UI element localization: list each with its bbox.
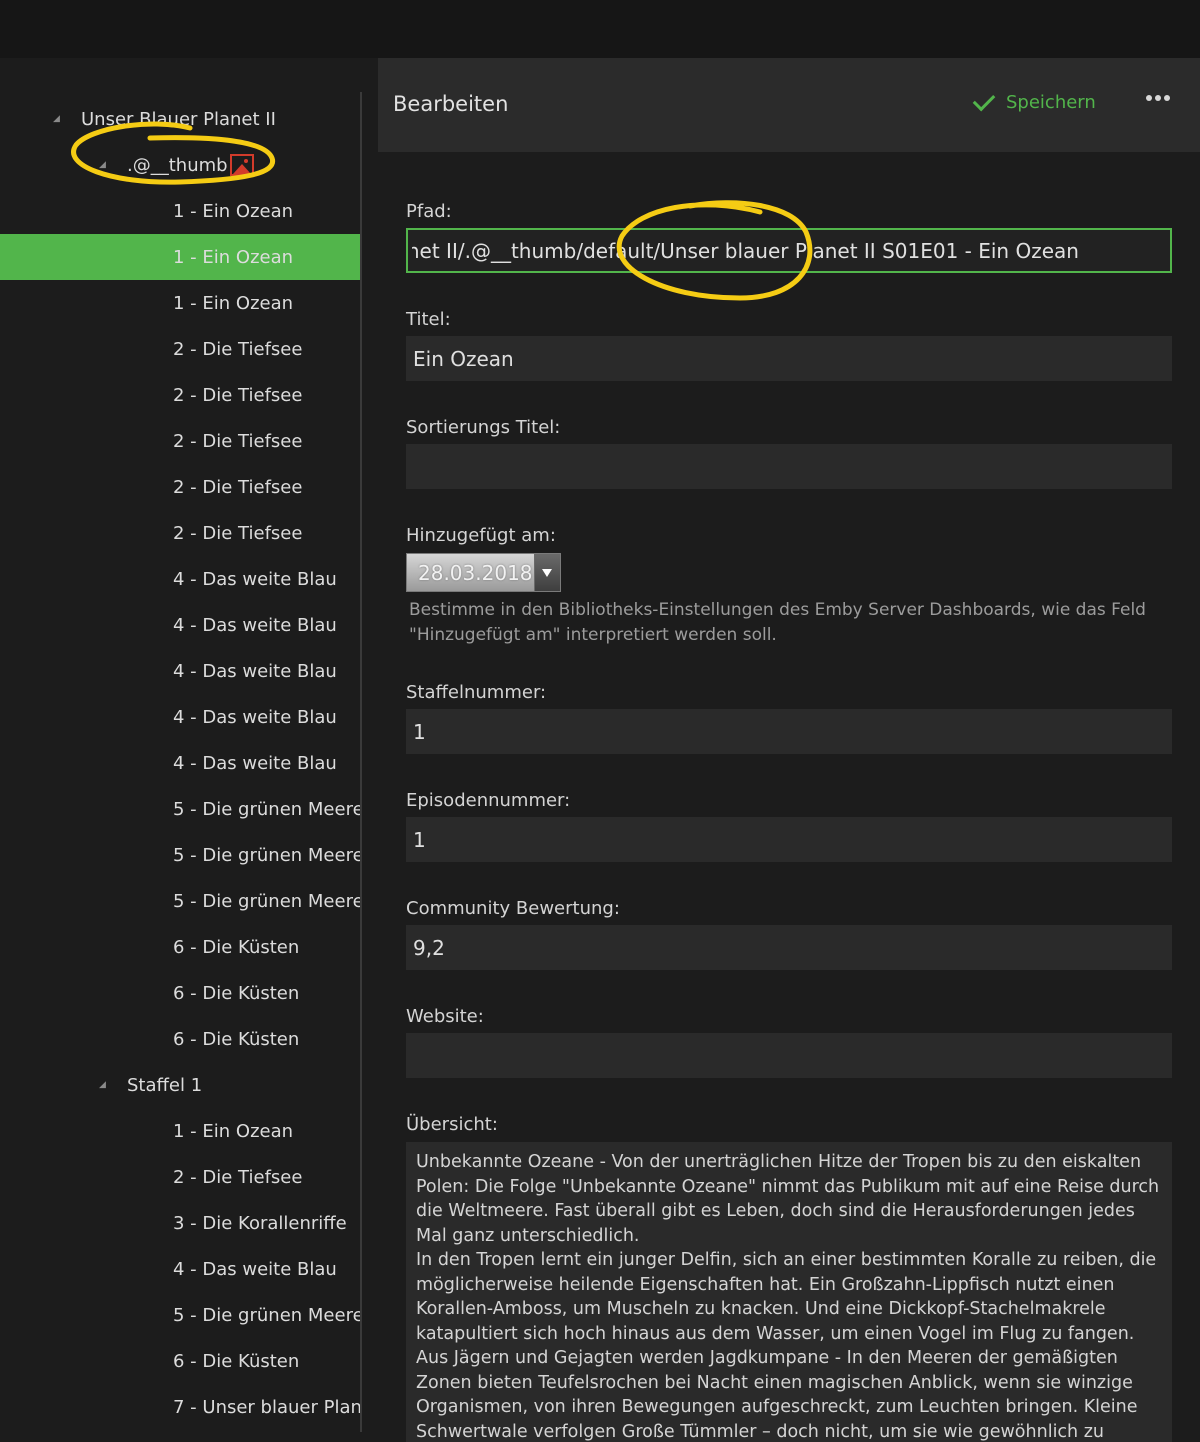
tree-item-label: 6 - Die Küsten [173,1350,300,1372]
tree-item[interactable]: 4 - Das weite Blau [0,648,360,694]
path-input[interactable] [406,228,1172,273]
season-number-label: Staffelnummer: [406,682,547,703]
tree-item[interactable]: 2 - Die Tiefsee [0,418,360,464]
tree-item-label: 7 - Unser blauer Planet [173,1396,360,1418]
tree-item-label: 4 - Das weite Blau [173,1258,337,1280]
tree-item-label: 2 - Die Tiefsee [173,476,303,498]
save-button-label: Speichern [1006,92,1096,113]
overview-textarea[interactable]: Unbekannte Ozeane - Von der unerträglich… [406,1142,1172,1442]
tree-item-label: 4 - Das weite Blau [173,660,337,682]
tree-item-label: .@__thumb [127,154,228,176]
tree-item-label: 2 - Die Tiefsee [173,522,303,544]
tree-item[interactable]: 6 - Die Küsten [0,970,360,1016]
community-rating-label: Community Bewertung: [406,898,620,919]
top-bar [0,0,1200,58]
tree-item[interactable]: 4 - Das weite Blau [0,694,360,740]
chevron-down-icon [542,568,553,577]
tree-item-label: 5 - Die grünen Meere [173,844,360,866]
season-number-input[interactable] [406,709,1172,754]
tree-item-label: Unser Blauer Planet II [81,108,276,130]
website-label: Website: [406,1006,484,1027]
tree-item-label: 4 - Das weite Blau [173,568,337,590]
sort-title-label: Sortierungs Titel: [406,417,561,438]
sidebar-tree[interactable]: ◢ Unser Blauer Planet II ◢ .@__thumb 1 - Ein… [0,58,360,1432]
sort-title-input[interactable] [406,444,1172,489]
tree-item[interactable]: ◢ .@__thumb [0,142,360,188]
tree-item-label: 6 - Die Küsten [173,1028,300,1050]
episode-number-input[interactable] [406,817,1172,862]
tree-item[interactable]: 4 - Das weite Blau [0,1246,360,1292]
expand-caret-icon[interactable]: ◢ [53,114,60,124]
episode-number-label: Episodennummer: [406,790,571,811]
more-options-button[interactable] [1146,95,1170,101]
tree-item-label: 4 - Das weite Blau [173,614,337,636]
page-title: Bearbeiten [393,92,509,116]
tree-item[interactable]: ◢ Unser Blauer Planet II [0,96,360,142]
tree-item[interactable]: 6 - Die Küsten [0,924,360,970]
tree-item-label: 4 - Das weite Blau [173,752,337,774]
tree-item-label: Staffel 1 [127,1074,203,1096]
tree-item[interactable]: 1 - Ein Ozean [0,188,360,234]
tree-item[interactable]: 2 - Die Tiefsee [0,510,360,556]
community-rating-input[interactable] [406,925,1172,970]
expand-caret-icon[interactable]: ◢ [99,160,106,170]
tree-item-label: 1 - Ein Ozean [173,246,294,268]
sidebar-divider[interactable] [360,92,362,1432]
tree-item[interactable]: 6 - Die Küsten [0,1016,360,1062]
date-added-help: Bestimme in den Bibliotheks-Einstellunge… [409,600,1146,645]
save-button[interactable]: Speichern [972,88,1096,113]
tree-item[interactable]: 1 - Ein Ozean [0,234,360,280]
tree-item[interactable]: 6 - Die Küsten [0,1338,360,1384]
date-added-value: 28.03.2018 [418,560,533,585]
website-input[interactable] [406,1033,1172,1078]
tree-item[interactable]: 3 - Die Korallenriffe [0,1200,360,1246]
image-icon [230,154,254,176]
tree-item[interactable]: 1 - Ein Ozean [0,280,360,326]
tree-item[interactable]: 1 - Ein Ozean [0,1108,360,1154]
tree-item-label: 1 - Ein Ozean [173,1120,294,1142]
check-icon [972,88,996,111]
tree-item[interactable]: 2 - Die Tiefsee [0,464,360,510]
tree-item[interactable]: 2 - Die Tiefsee [0,372,360,418]
date-added-label: Hinzugefügt am: [406,525,556,546]
tree-item[interactable]: 5 - Die grünen Meere [0,786,360,832]
overview-label: Übersicht: [406,1114,498,1135]
tree-item-label: 2 - Die Tiefsee [173,1166,303,1188]
tree-item-label: 5 - Die grünen Meere [173,890,360,912]
more-dot-icon [1164,95,1170,101]
more-dot-icon [1155,95,1161,101]
title-input[interactable] [406,336,1172,381]
tree-item-label: 5 - Die grünen Meere [173,798,360,820]
tree-item-label: 1 - Ein Ozean [173,200,294,222]
tree-item-label: 6 - Die Küsten [173,936,300,958]
tree-item[interactable]: 5 - Die grünen Meere [0,878,360,924]
title-label: Titel: [406,309,451,330]
tree-item-label: 4 - Das weite Blau [173,706,337,728]
tree-item[interactable]: 5 - Die grünen Meere [0,1292,360,1338]
date-added-picker[interactable]: 28.03.2018 [406,553,561,592]
tree-item-label: 2 - Die Tiefsee [173,430,303,452]
date-dropdown-button[interactable] [533,554,560,591]
tree-item-label: 5 - Die grünen Meere [173,1304,360,1326]
tree-item-label: 2 - Die Tiefsee [173,338,303,360]
tree-item-label: 2 - Die Tiefsee [173,384,303,406]
tree-item[interactable]: 7 - Unser blauer Planet [0,1384,360,1430]
tree-item[interactable]: ◢ Staffel 1 [0,1062,360,1108]
tree-item[interactable]: 4 - Das weite Blau [0,740,360,786]
tree-item-label: 6 - Die Küsten [173,982,300,1004]
tree-item-label: 3 - Die Korallenriffe [173,1212,347,1234]
tree-item[interactable]: 2 - Die Tiefsee [0,1154,360,1200]
tree-item[interactable]: 5 - Die grünen Meere [0,832,360,878]
tree-item[interactable]: 4 - Das weite Blau [0,556,360,602]
tree-item[interactable]: 2 - Die Tiefsee [0,326,360,372]
more-dot-icon [1146,95,1152,101]
edit-panel: Bearbeiten Speichern Pfad: Titel: Sortie… [378,58,1200,1442]
tree-item-label: 1 - Ein Ozean [173,292,294,314]
tree-item[interactable]: 4 - Das weite Blau [0,602,360,648]
expand-caret-icon[interactable]: ◢ [99,1080,106,1090]
edit-header: Bearbeiten Speichern [378,58,1200,152]
path-label: Pfad: [406,201,452,222]
